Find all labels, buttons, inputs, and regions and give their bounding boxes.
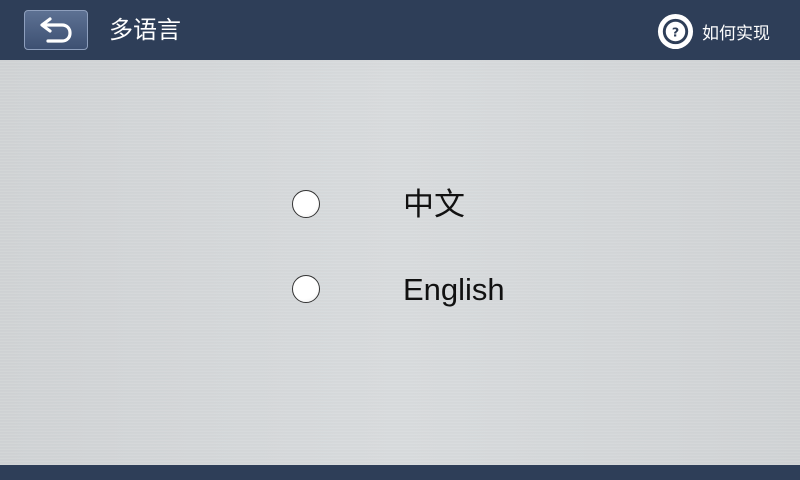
- help-button[interactable]: ? 如何实现: [656, 12, 770, 50]
- radio-chinese[interactable]: [292, 190, 320, 218]
- back-arrow-icon: [40, 17, 72, 43]
- language-option-english[interactable]: English: [292, 272, 532, 308]
- language-option-chinese[interactable]: 中文: [292, 187, 532, 223]
- back-button[interactable]: [24, 10, 88, 50]
- page-title: 多语言: [109, 16, 181, 44]
- footer-bar: [0, 465, 800, 480]
- help-label: 如何实现: [702, 23, 770, 44]
- language-content: 中文 English: [0, 60, 800, 465]
- language-label-chinese: 中文: [403, 187, 465, 223]
- help-glyph: ?: [672, 24, 679, 39]
- radio-english[interactable]: [292, 275, 320, 303]
- help-circle-icon: ?: [657, 13, 694, 49]
- header-bar: 多语言 ? 如何实现: [0, 0, 800, 60]
- language-label-english: English: [403, 272, 505, 307]
